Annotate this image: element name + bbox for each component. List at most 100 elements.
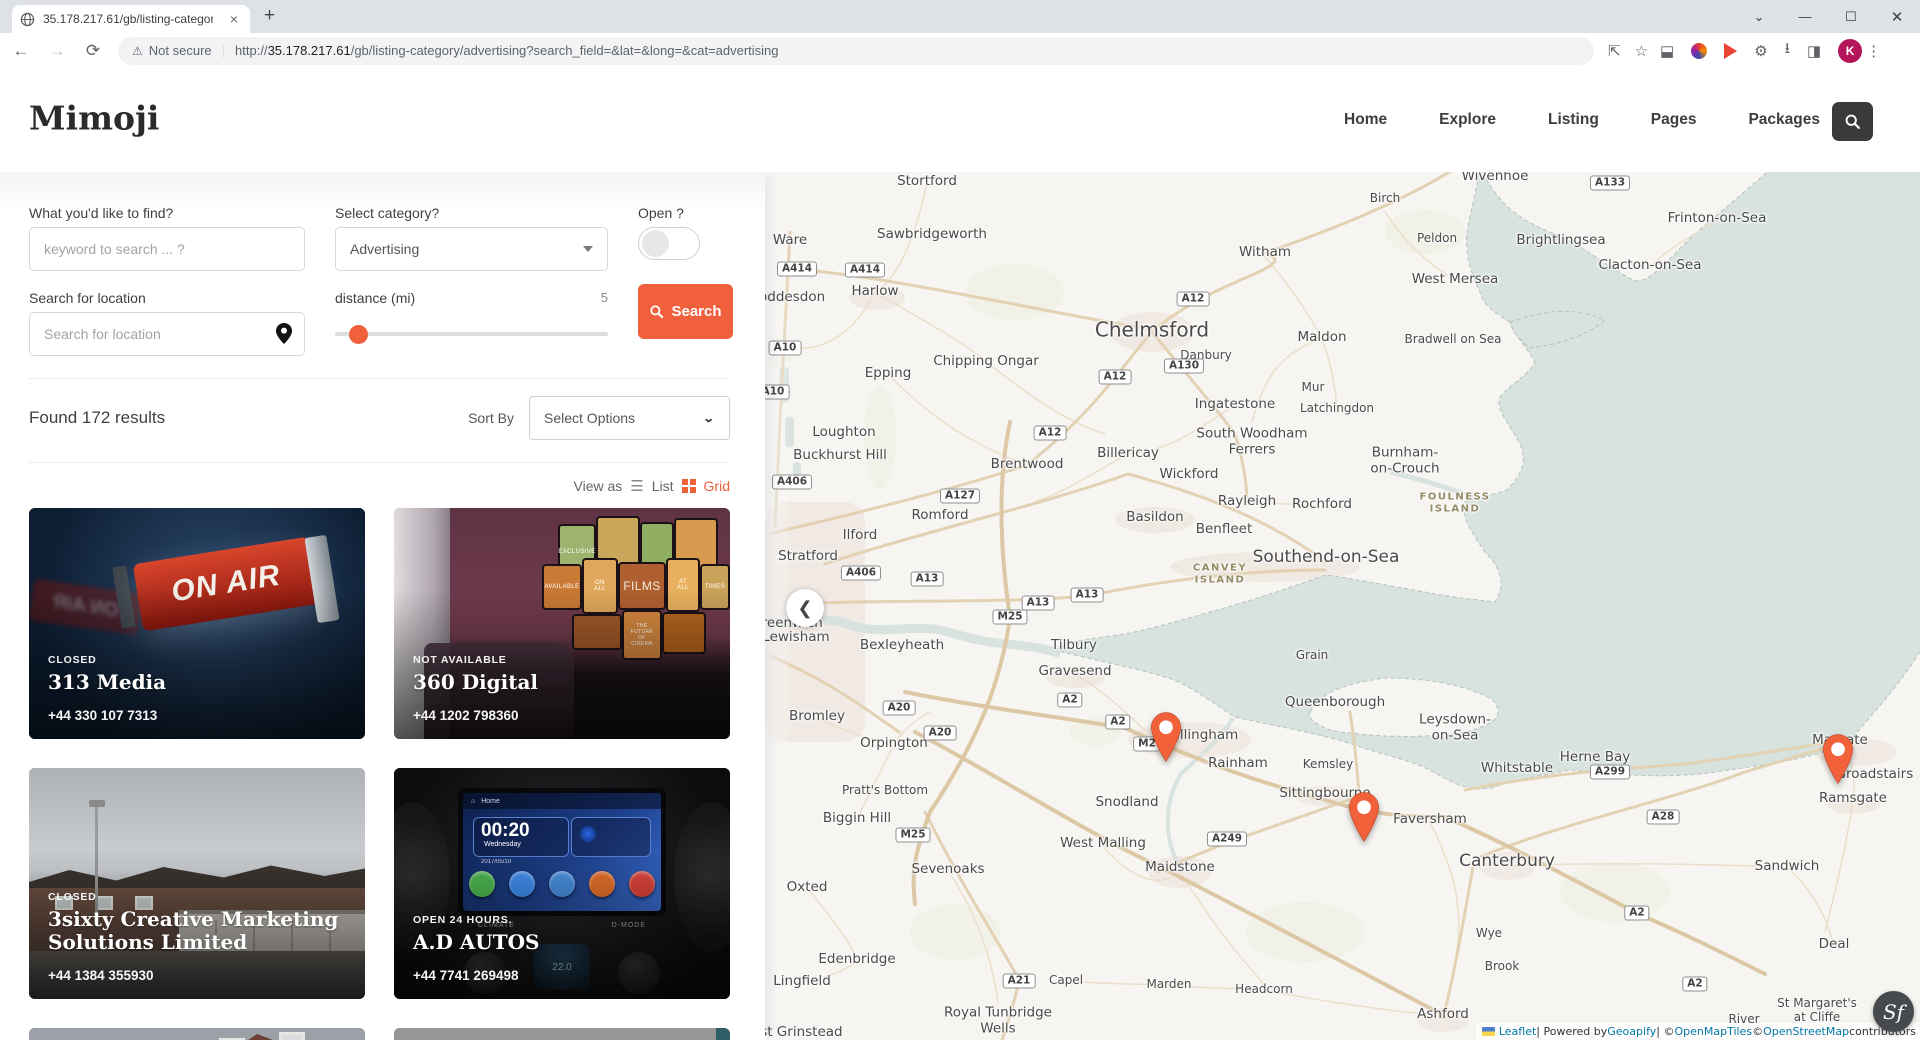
extensions-puzzle-icon[interactable]: ⚙ [1754,42,1767,60]
listing-title[interactable]: 360 Digital [413,671,714,695]
map-marker-icon[interactable] [1147,712,1185,767]
window-close-button[interactable]: ✕ [1874,0,1920,33]
listing-title[interactable]: 313 Media [48,671,349,695]
listing-card[interactable]: ⌂Home 00:20Wednesday 2017/05/10 CLIMATED… [394,768,730,999]
category-value: Advertising [350,241,419,257]
map-canvas[interactable]: StortfordSawbridgeworthWareHoddesdonHarl… [765,172,1920,1040]
map-place-label: Snodland [1095,795,1158,811]
leaflet-link[interactable]: Leaflet [1499,1025,1536,1038]
map-place-label: Tilbury [1051,638,1097,654]
bookmark-star-icon[interactable]: ☆ [1635,42,1648,60]
screen-widget-button[interactable]: Sf [1873,991,1914,1032]
map-place-label: Wickford [1160,467,1219,483]
list-view-button[interactable]: List [652,478,674,494]
map-place-label: West Mersea [1412,272,1499,288]
nav-packages[interactable]: Packages [1748,111,1820,129]
location-input[interactable] [29,312,305,356]
status-badge: CLOSED [48,654,349,666]
nav-explore[interactable]: Explore [1439,111,1496,129]
play-extension-icon[interactable] [1724,43,1737,59]
open-label: Open ? [638,205,733,221]
road-badge: A406 [841,566,881,581]
map-place-label: Ware [773,233,807,249]
panel-collapse-button[interactable]: ❮ [786,589,824,627]
forward-button[interactable]: → [42,41,72,61]
category-select[interactable]: Advertising [335,227,608,271]
map-place-label: Brightlingsea [1516,233,1605,249]
tab-close-button[interactable]: × [226,11,242,27]
map-place-label: Southend-on-Sea [1253,548,1400,568]
open-toggle[interactable] [638,227,700,260]
road-badge: A133 [1590,176,1630,191]
search-button[interactable]: Search [638,284,733,339]
share-icon[interactable]: ⇱ [1608,42,1621,60]
distance-slider[interactable] [335,312,608,356]
sort-by-label: Sort By [468,410,514,426]
side-panel-icon[interactable]: ◨ [1807,42,1821,60]
site-favicon [20,12,35,27]
listing-card[interactable]: CLOSED 3sixty Creative Marketing Solutio… [29,768,365,999]
road-badge: A28 [1647,810,1680,825]
site-logo[interactable]: Mimoji [29,99,159,138]
listing-card[interactable]: EXCLUSIVE AVAILABLE ON ALL FILMS AT ALL … [394,508,730,739]
geoapify-link[interactable]: Geoapify [1607,1025,1656,1038]
road-badge: A414 [845,263,885,278]
road-badge: A2 [1105,715,1130,730]
results-panel: What you'd like to find? Select category… [0,172,765,1040]
map-place-label: Loughton [812,425,875,441]
browser-tab-bar: 35.178.217.61/gb/listing-categor × + ⌄ —… [0,0,1920,33]
grid-view-icon[interactable] [682,479,696,493]
map-place-label: Ramsgate [1819,791,1887,807]
map-place-label: FOULNESS ISLAND [1420,492,1491,515]
new-tab-button[interactable]: + [264,5,275,27]
map-pin-icon[interactable] [276,323,292,349]
road-badge: A20 [883,701,916,716]
reload-button[interactable]: ⟳ [78,41,108,61]
downloads-icon[interactable]: ⭳ [1785,38,1790,63]
map-place-label: Witham [1239,245,1291,261]
chevron-down-icon: ⌄ [702,411,715,425]
keyword-input[interactable] [29,227,305,271]
map-place-label: Whitstable [1481,761,1553,777]
map-marker-icon[interactable] [1819,734,1857,789]
distance-label: distance (mi) [335,290,415,306]
profile-avatar[interactable]: K [1838,39,1862,63]
slider-thumb[interactable] [349,325,368,344]
window-minimize-button[interactable]: — [1782,0,1828,33]
nav-listing[interactable]: Listing [1548,111,1599,129]
map-place-label: Ashford [1417,1007,1469,1023]
map-marker-icon[interactable] [1345,792,1383,847]
nav-home[interactable]: Home [1344,111,1387,129]
screenshot-extension-icon[interactable]: ⬓ [1660,42,1674,60]
openmaptiles-link[interactable]: OpenMapTiles [1674,1025,1752,1038]
road-badge: A10 [765,385,789,400]
listing-title[interactable]: 3sixty Creative Marketing Solutions Limi… [48,908,349,955]
map-attribution: Leaflet | Powered by Geoapify | © OpenMa… [1476,1023,1920,1040]
tab-search-button[interactable]: ⌄ [1736,0,1782,33]
security-status[interactable]: Not secure [149,43,212,58]
openstreetmap-link[interactable]: OpenStreetMap [1763,1025,1849,1038]
listing-phone: +44 1202 798360 [413,708,714,723]
list-view-icon[interactable]: ☰ [630,477,643,495]
listing-card[interactable] [29,1028,365,1040]
listing-image: DIGIFICATION. [394,1028,730,1040]
sort-select[interactable]: Select Options ⌄ [529,396,730,440]
road-badge: A249 [1207,832,1247,847]
nav-pages[interactable]: Pages [1651,111,1697,129]
back-button[interactable]: ← [6,41,36,61]
grid-view-button[interactable]: Grid [704,478,730,494]
window-maximize-button[interactable]: ☐ [1828,0,1874,33]
map-place-label: Chelmsford [1095,319,1209,342]
slider-track[interactable] [335,332,608,336]
map-place-label: Royal Tunbridge Wells [944,1005,1052,1036]
map-place-label: Sandwich [1755,859,1820,875]
listing-title[interactable]: A.D AUTOS [413,931,714,955]
colorful-extension-icon[interactable] [1691,43,1707,59]
browser-menu-icon[interactable]: ⋮ [1866,42,1881,60]
header-search-button[interactable] [1832,102,1873,141]
map-place-label: Biggin Hill [823,811,891,827]
browser-tab[interactable]: 35.178.217.61/gb/listing-categor × [12,5,250,33]
address-bar[interactable]: ⚠ Not secure | http://35.178.217.61/gb/l… [118,37,1594,65]
listing-card[interactable]: ON AIR ON AIR CLOSED 313 Media +44 330 1… [29,508,365,739]
listing-card[interactable]: DIGIFICATION. [394,1028,730,1040]
